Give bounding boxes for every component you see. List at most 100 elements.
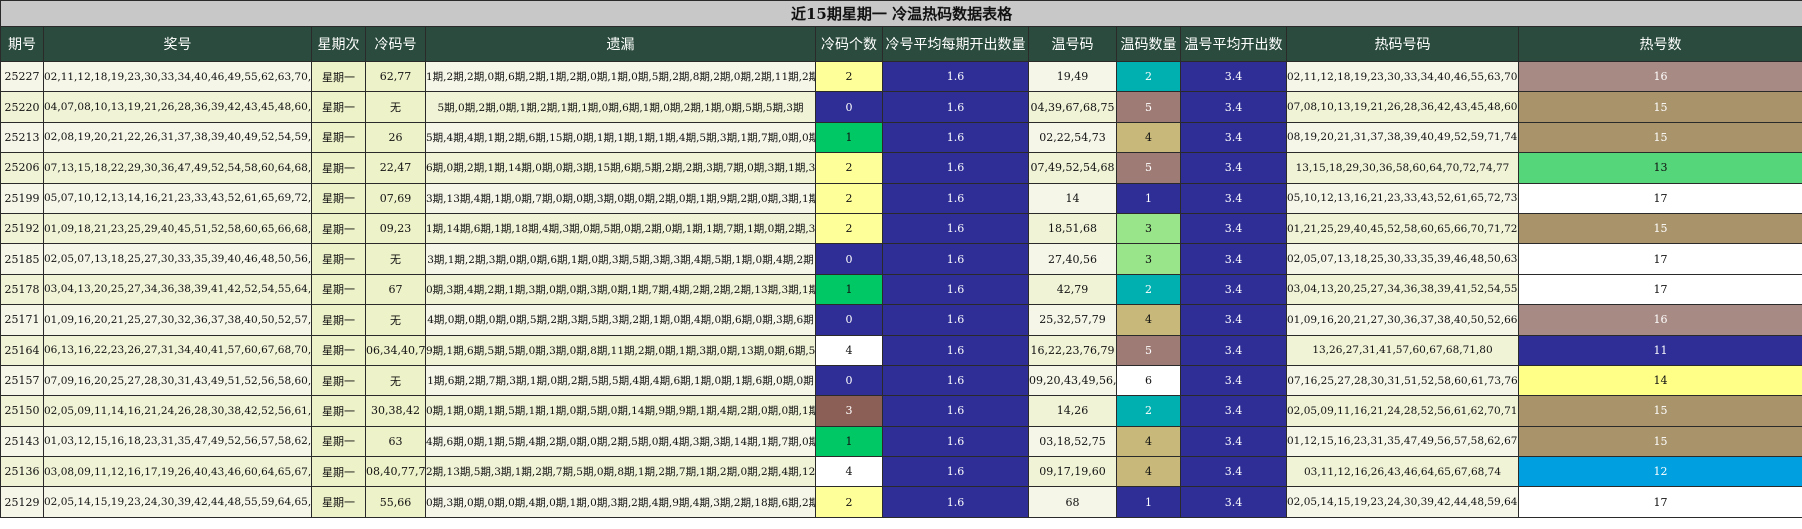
issue-cell: 25192 <box>0 212 44 245</box>
issue-cell: 25213 <box>0 121 44 154</box>
warm-count-cell: 2 <box>1116 273 1181 306</box>
issue-cell: 25206 <box>0 152 44 184</box>
cold-numbers-cell: 26 <box>365 121 426 154</box>
weekday-cell: 星期一 <box>311 425 366 458</box>
missing-cell: 1期,14期,6期,1期,18期,4期,3期,0期,5期,0期,2期,0期,1期… <box>425 212 816 245</box>
hot-count-cell: 13 <box>1517 152 1802 184</box>
cold-count-cell: 2 <box>815 60 883 93</box>
missing-cell: 5期,0期,2期,0期,1期,2期,1期,1期,0期,6期,1期,0期,2期,1… <box>425 91 816 123</box>
table-row: 25150 02,05,09,11,14,16,21,24,26,28,30,38… <box>0 395 1802 427</box>
warm-numbers-cell: 14,26 <box>1028 395 1117 427</box>
cold-numbers-cell: 无 <box>365 304 426 336</box>
hot-numbers-cell: 13,26,27,31,41,57,60,67,68,71,80 <box>1286 334 1519 366</box>
hot-numbers-cell: 05,10,12,13,16,21,23,33,43,52,61,65,72,7… <box>1286 182 1519 214</box>
warm-numbers-cell: 25,32,57,79 <box>1028 304 1117 336</box>
hot-numbers-cell: 08,19,20,21,31,37,38,39,40,49,52,59,71,7… <box>1286 121 1519 154</box>
hot-numbers-cell: 07,16,25,27,28,30,31,51,52,58,60,61,73,7… <box>1286 364 1519 397</box>
warm-avg-cell: 3.4 <box>1180 334 1287 366</box>
cold-numbers-cell: 07,69 <box>365 182 426 214</box>
hot-numbers-cell: 02,05,09,11,16,21,24,28,52,56,61,62,70,7… <box>1286 395 1519 427</box>
cold-count-cell: 0 <box>815 364 883 397</box>
winning-numbers-cell: 01,09,18,21,23,25,29,40,45,51,52,58,60,6… <box>43 212 312 245</box>
cold-avg-cell: 1.6 <box>882 304 1029 336</box>
warm-numbers-cell: 03,18,52,75 <box>1028 425 1117 458</box>
hot-count-cell: 15 <box>1517 121 1802 154</box>
hot-numbers-cell: 13,15,18,29,30,36,58,60,64,70,72,74,77 <box>1286 152 1519 184</box>
winning-numbers-cell: 07,13,15,18,22,29,30,36,47,49,52,54,58,6… <box>43 152 312 184</box>
winning-numbers-cell: 04,07,08,10,13,19,21,26,28,36,39,42,43,4… <box>43 91 312 123</box>
warm-avg-cell: 3.4 <box>1180 91 1287 123</box>
missing-cell: 9期,1期,6期,5期,5期,0期,3期,0期,8期,11期,2期,0期,1期,… <box>425 334 816 366</box>
missing-cell: 1期,2期,2期,0期,6期,2期,1期,2期,0期,1期,0期,5期,2期,8… <box>425 60 816 93</box>
weekday-cell: 星期一 <box>311 91 366 123</box>
header-warm-numbers: 温号码 <box>1028 26 1117 62</box>
cold-avg-cell: 1.6 <box>882 456 1029 488</box>
weekday-cell: 星期一 <box>311 60 366 93</box>
warm-avg-cell: 3.4 <box>1180 121 1287 154</box>
warm-count-cell: 5 <box>1116 152 1181 184</box>
table-row: 25213 02,08,19,20,21,22,26,31,37,38,39,40… <box>0 121 1802 154</box>
warm-numbers-cell: 14 <box>1028 182 1117 214</box>
cold-avg-cell: 1.6 <box>882 91 1029 123</box>
warm-count-cell: 1 <box>1116 182 1181 214</box>
warm-avg-cell: 3.4 <box>1180 243 1287 275</box>
warm-numbers-cell: 18,51,68 <box>1028 212 1117 245</box>
table-row: 25129 02,05,14,15,19,23,24,30,39,42,44,48… <box>0 486 1802 518</box>
warm-count-cell: 1 <box>1116 486 1181 518</box>
issue-cell: 25150 <box>0 395 44 427</box>
issue-cell: 25143 <box>0 425 44 458</box>
header-numbers: 奖号 <box>43 26 312 62</box>
hot-count-cell: 15 <box>1517 425 1802 458</box>
warm-numbers-cell: 16,22,23,76,79 <box>1028 334 1117 366</box>
missing-cell: 0期,3期,0期,0期,0期,4期,0期,1期,0期,3期,2期,4期,9期,4… <box>425 486 816 518</box>
table-row: 25206 07,13,15,18,22,29,30,36,47,49,52,54… <box>0 152 1802 184</box>
cold-numbers-cell: 无 <box>365 91 426 123</box>
warm-numbers-cell: 09,17,19,60 <box>1028 456 1117 488</box>
header-weekday: 星期次 <box>311 26 366 62</box>
warm-avg-cell: 3.4 <box>1180 304 1287 336</box>
table-row: 25220 04,07,08,10,13,19,21,26,28,36,39,42… <box>0 91 1802 123</box>
cold-avg-cell: 1.6 <box>882 212 1029 245</box>
winning-numbers-cell: 02,05,07,13,18,25,27,30,33,35,39,40,46,4… <box>43 243 312 275</box>
warm-avg-cell: 3.4 <box>1180 182 1287 214</box>
hot-count-cell: 17 <box>1517 182 1802 214</box>
weekday-cell: 星期一 <box>311 273 366 306</box>
warm-numbers-cell: 42,79 <box>1028 273 1117 306</box>
hot-numbers-cell: 02,05,07,13,18,25,30,33,35,39,46,48,50,6… <box>1286 243 1519 275</box>
cold-avg-cell: 1.6 <box>882 273 1029 306</box>
table-row: 25171 01,09,16,20,21,25,27,30,32,36,37,38… <box>0 304 1802 336</box>
issue-cell: 25129 <box>0 486 44 518</box>
hot-count-cell: 15 <box>1517 395 1802 427</box>
winning-numbers-cell: 01,09,16,20,21,25,27,30,32,36,37,38,40,5… <box>43 304 312 336</box>
cold-avg-cell: 1.6 <box>882 60 1029 93</box>
missing-cell: 0期,1期,0期,1期,5期,1期,1期,0期,5期,0期,14期,9期,9期,… <box>425 395 816 427</box>
warm-avg-cell: 3.4 <box>1180 486 1287 518</box>
missing-cell: 6期,0期,2期,1期,14期,0期,0期,3期,15期,6期,5期,2期,2期… <box>425 152 816 184</box>
hot-numbers-cell: 01,12,15,16,23,31,35,47,49,56,57,58,62,6… <box>1286 425 1519 458</box>
hot-count-cell: 16 <box>1517 304 1802 336</box>
hot-count-cell: 15 <box>1517 91 1802 123</box>
header-missing: 遗漏 <box>425 26 816 62</box>
table-row: 25157 07,09,16,20,25,27,28,30,31,43,49,51… <box>0 364 1802 397</box>
table-row: 25143 01,03,12,15,16,18,23,31,35,47,49,52… <box>0 425 1802 458</box>
warm-count-cell: 2 <box>1116 395 1181 427</box>
header-hot-count: 热号数 <box>1517 26 1802 62</box>
cold-count-cell: 4 <box>815 456 883 488</box>
warm-numbers-cell: 19,49 <box>1028 60 1117 93</box>
cold-numbers-cell: 55,66 <box>365 486 426 518</box>
hot-numbers-cell: 07,08,10,13,19,21,26,28,36,42,43,45,48,6… <box>1286 91 1519 123</box>
cold-numbers-cell: 22,47 <box>365 152 426 184</box>
winning-numbers-cell: 02,11,12,18,19,23,30,33,34,40,46,49,55,6… <box>43 60 312 93</box>
hot-count-cell: 12 <box>1517 456 1802 488</box>
issue-cell: 25171 <box>0 304 44 336</box>
winning-numbers-cell: 05,07,10,12,13,14,16,21,23,33,43,52,61,6… <box>43 182 312 214</box>
cold-count-cell: 2 <box>815 152 883 184</box>
cold-count-cell: 3 <box>815 395 883 427</box>
table-title: 近15期星期一 冷温热码数据表格 <box>0 0 1802 27</box>
cold-avg-cell: 1.6 <box>882 182 1029 214</box>
issue-cell: 25220 <box>0 91 44 123</box>
weekday-cell: 星期一 <box>311 364 366 397</box>
warm-numbers-cell: 02,22,54,73 <box>1028 121 1117 154</box>
warm-avg-cell: 3.4 <box>1180 425 1287 458</box>
winning-numbers-cell: 02,05,09,11,14,16,21,24,26,28,30,38,42,5… <box>43 395 312 427</box>
